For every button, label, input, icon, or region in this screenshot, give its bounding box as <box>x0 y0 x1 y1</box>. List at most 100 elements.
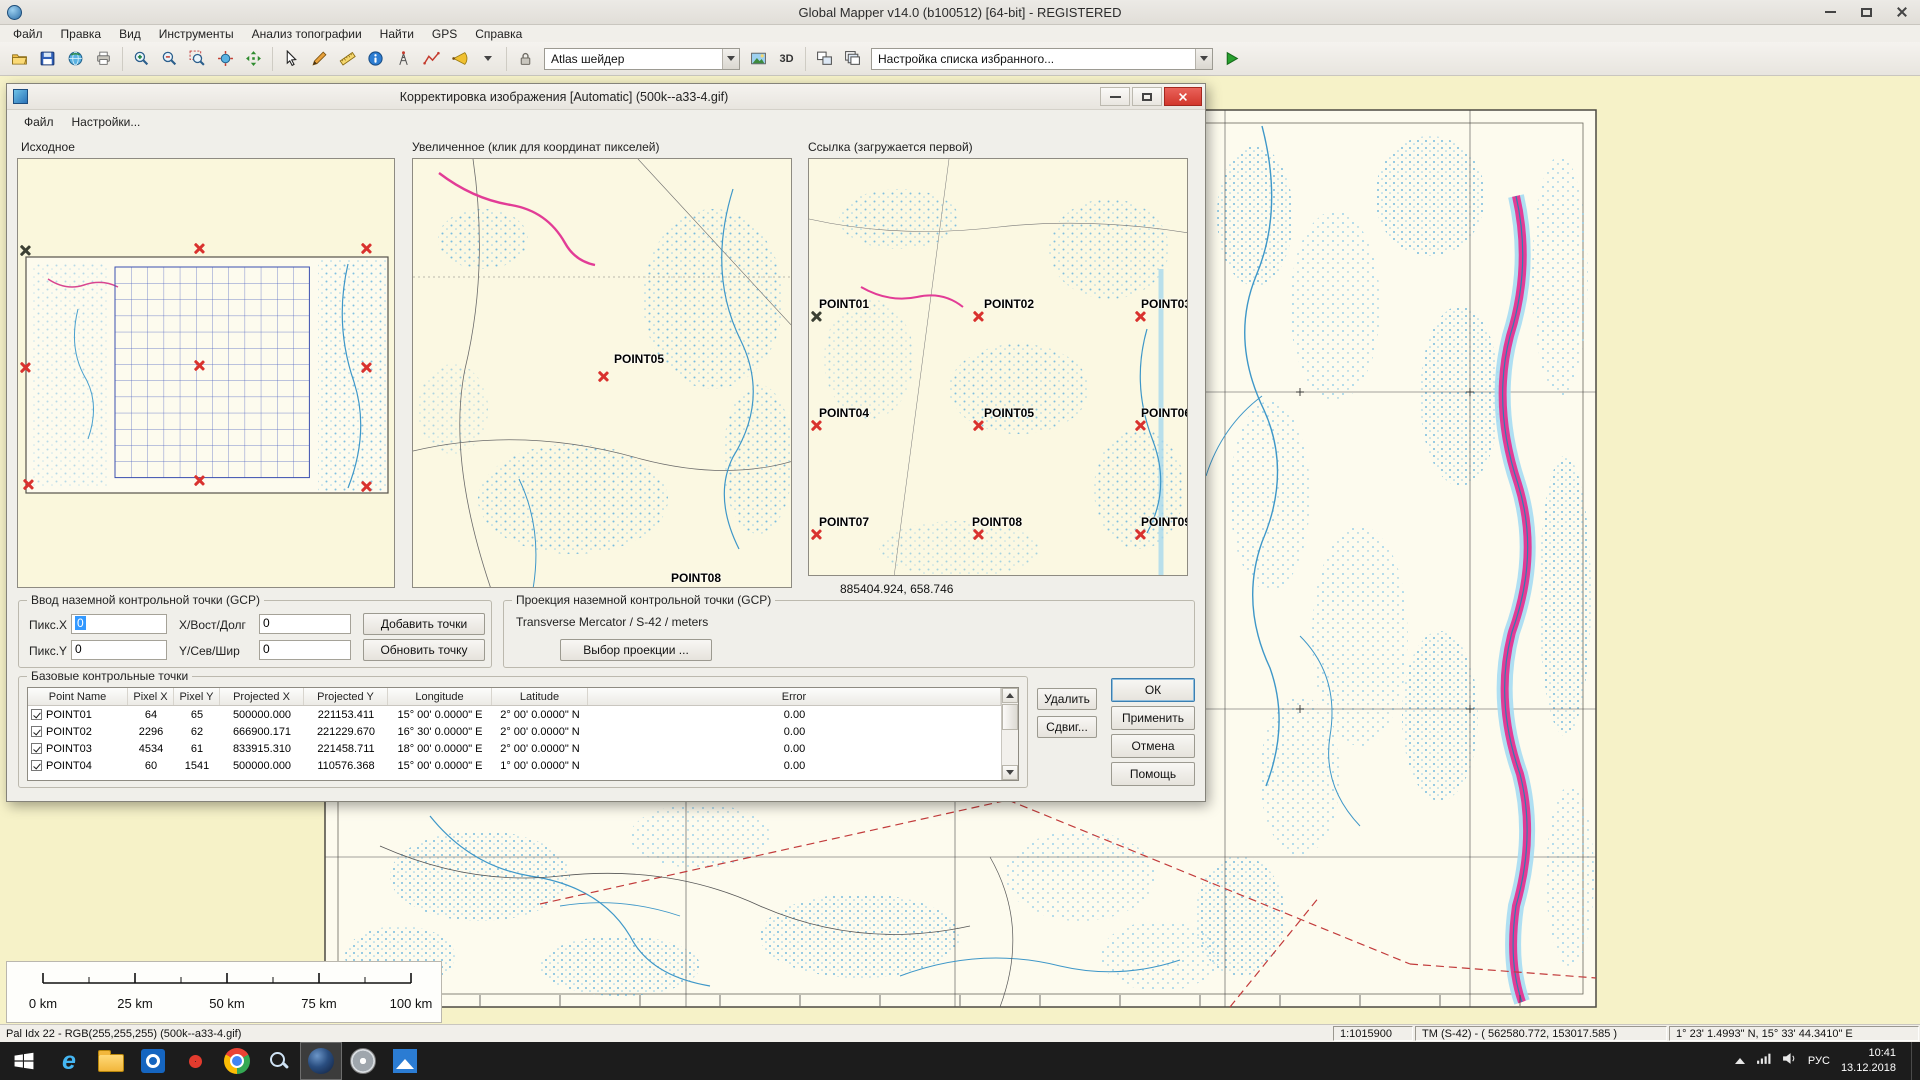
gcp-table-row[interactable]: POINT01 64 65 500000.000 221153.411 15° … <box>28 706 1001 723</box>
menu-item-terrain-analysis[interactable]: Анализ топографии <box>243 26 371 42</box>
tray-clock[interactable]: 10:41 13.12.2018 <box>1841 1046 1900 1076</box>
taskbar-global-mapper[interactable] <box>300 1042 342 1080</box>
taskbar-app-tile[interactable] <box>132 1042 174 1080</box>
scroll-up-arrow[interactable] <box>1002 688 1018 703</box>
menu-item-tools[interactable]: Инструменты <box>150 26 243 42</box>
col-error[interactable]: Error <box>588 688 1001 705</box>
row-checkbox[interactable] <box>31 726 42 737</box>
favorites-combo[interactable]: Настройка списка избранного... <box>871 48 1213 70</box>
taskbar-ie[interactable]: e <box>48 1042 90 1080</box>
save-button[interactable] <box>34 46 61 72</box>
view-shed-button[interactable] <box>446 46 473 72</box>
col-pixel-y[interactable]: Pixel Y <box>174 688 220 705</box>
taskbar-red-app[interactable] <box>174 1042 216 1080</box>
scroll-thumb[interactable] <box>1002 704 1018 730</box>
gcp-marker[interactable] <box>19 244 32 257</box>
gcp-table-row[interactable]: POINT04 60 1541 500000.000 110576.368 15… <box>28 757 1001 774</box>
menu-item-edit[interactable]: Правка <box>52 26 111 42</box>
dialog-titlebar[interactable]: Корректировка изображения [Automatic] (5… <box>7 84 1205 110</box>
start-button[interactable] <box>0 1042 48 1080</box>
menu-item-file[interactable]: Файл <box>4 26 52 42</box>
digitizer-button[interactable] <box>306 46 333 72</box>
apply-button[interactable]: Применить <box>1111 706 1195 730</box>
zoom-box-button[interactable] <box>184 46 211 72</box>
shader-combo[interactable]: Atlas шейдер <box>544 48 740 70</box>
taskbar-chrome[interactable] <box>216 1042 258 1080</box>
col-pixel-x[interactable]: Pixel X <box>128 688 174 705</box>
taskbar-search[interactable] <box>258 1042 300 1080</box>
zoom-out-button[interactable] <box>156 46 183 72</box>
original-map-panel[interactable] <box>17 158 395 588</box>
taskbar-photos[interactable] <box>384 1042 426 1080</box>
col-latitude[interactable]: Latitude <box>492 688 588 705</box>
dialog-menu-file[interactable]: Файл <box>15 113 63 131</box>
tile-windows-button[interactable] <box>811 46 838 72</box>
gcp-marker[interactable] <box>1134 419 1147 432</box>
path-profile-button[interactable] <box>418 46 445 72</box>
select-projection-button[interactable]: Выбор проекции ... <box>560 639 712 661</box>
info-button[interactable] <box>362 46 389 72</box>
gcp-marker[interactable] <box>1134 310 1147 323</box>
close-button[interactable] <box>1884 0 1920 24</box>
image-adjust-button[interactable] <box>745 46 772 72</box>
zoomed-map-panel[interactable]: POINT05 POINT08 <box>412 158 792 588</box>
show-desktop-button[interactable] <box>1911 1042 1918 1080</box>
row-checkbox[interactable] <box>31 709 42 720</box>
gps-button[interactable] <box>390 46 417 72</box>
language-indicator[interactable]: РУС <box>1808 1055 1830 1067</box>
gcp-marker[interactable] <box>360 361 373 374</box>
taskbar-disc-app[interactable] <box>342 1042 384 1080</box>
cancel-button[interactable]: Отмена <box>1111 734 1195 758</box>
zoom-in-button[interactable] <box>128 46 155 72</box>
menu-item-gps[interactable]: GPS <box>423 26 466 42</box>
tray-show-hidden[interactable] <box>1735 1058 1745 1064</box>
dialog-maximize-button[interactable] <box>1132 87 1162 106</box>
dialog-menu-settings[interactable]: Настройки... <box>63 113 150 131</box>
taskbar-explorer[interactable] <box>90 1042 132 1080</box>
open-button[interactable] <box>6 46 33 72</box>
maximize-button[interactable] <box>1848 0 1884 24</box>
menu-item-search[interactable]: Найти <box>371 26 423 42</box>
shift-button[interactable]: Сдвиг... <box>1037 716 1097 738</box>
lock-button[interactable] <box>512 46 539 72</box>
workspace-button[interactable] <box>62 46 89 72</box>
gcp-marker[interactable] <box>193 359 206 372</box>
col-projected-x[interactable]: Projected X <box>220 688 304 705</box>
gcp-marker[interactable] <box>193 242 206 255</box>
tray-volume[interactable] <box>1782 1052 1797 1070</box>
col-point-name[interactable]: Point Name <box>28 688 128 705</box>
dialog-close-button[interactable] <box>1164 87 1202 106</box>
minimize-button[interactable] <box>1812 0 1848 24</box>
combo-arrow[interactable] <box>1195 49 1212 69</box>
measure-button[interactable] <box>334 46 361 72</box>
row-checkbox[interactable] <box>31 760 42 771</box>
scroll-down-arrow[interactable] <box>1002 765 1018 780</box>
pixel-x-input[interactable]: 0 <box>71 614 167 634</box>
pan-button[interactable] <box>240 46 267 72</box>
menu-item-help[interactable]: Справка <box>466 26 531 42</box>
cascade-windows-button[interactable] <box>839 46 866 72</box>
reference-map-panel[interactable]: POINT01 POINT02 POINT03 POINT04 POINT05 … <box>808 158 1188 576</box>
update-point-button[interactable]: Обновить точку <box>363 639 485 661</box>
gcp-marker[interactable] <box>597 370 610 383</box>
run-favorite-button[interactable] <box>1218 46 1245 72</box>
tray-network[interactable] <box>1756 1052 1771 1070</box>
gcp-marker[interactable] <box>360 242 373 255</box>
col-longitude[interactable]: Longitude <box>388 688 492 705</box>
gcp-table[interactable]: Point Name Pixel X Pixel Y Projected X P… <box>27 687 1019 781</box>
main-titlebar[interactable]: Global Mapper v14.0 (b100512) [64-bit] -… <box>0 0 1920 25</box>
row-checkbox[interactable] <box>31 743 42 754</box>
gcp-marker[interactable] <box>1134 528 1147 541</box>
print-button[interactable] <box>90 46 117 72</box>
ok-button[interactable]: ОК <box>1111 678 1195 702</box>
gcp-marker[interactable] <box>810 310 823 323</box>
combo-arrow[interactable] <box>722 49 739 69</box>
toolbar-more-button[interactable] <box>474 46 501 72</box>
three-d-view-button[interactable]: 3D <box>773 46 800 72</box>
gcp-marker[interactable] <box>972 310 985 323</box>
easting-input[interactable]: 0 <box>259 614 351 634</box>
table-scrollbar[interactable] <box>1001 688 1018 780</box>
col-projected-y[interactable]: Projected Y <box>304 688 388 705</box>
gcp-marker[interactable] <box>972 419 985 432</box>
gcp-marker[interactable] <box>810 419 823 432</box>
